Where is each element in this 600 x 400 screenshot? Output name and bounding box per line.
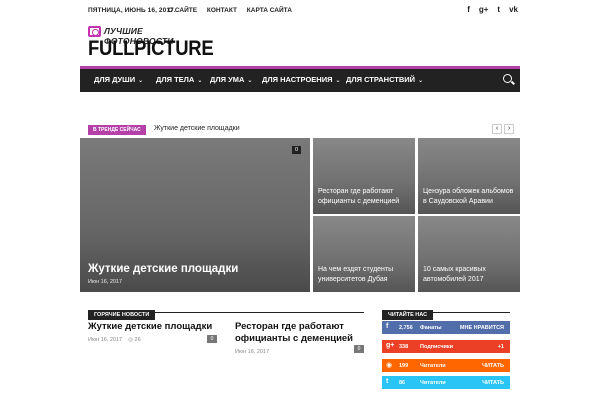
facebook-icon: f [386,323,389,330]
post-views: ◎ 26 [128,337,141,343]
post-title[interactable]: Жуткие детские площадки [88,321,220,333]
chevron-right-icon[interactable]: › [504,124,514,134]
read-action[interactable]: ЧИТАТЬ [482,363,504,369]
comment-count: 0 [207,335,217,343]
trending-badge: В ТРЕНДЕ СЕЙЧАС [88,125,146,135]
post-meta: Июн 16, 2017 ◎ 26 [88,337,220,343]
chevron-down-icon: ⌄ [247,78,253,84]
social-links: f g+ t vk [467,5,518,14]
hot-news-label: ГОРЯЧИЕ НОВОСТИ [88,310,156,320]
hero-title[interactable]: Жуткие детские площадки [88,263,238,275]
follower-label: Фанаты [420,325,442,331]
follower-label: Читатели [420,363,446,369]
comment-count: 0 [292,146,302,154]
nav-item-label: ДЛЯ УМА [210,75,245,84]
rss-follow-button[interactable]: ◉ 199 Читатели ЧИТАТЬ [382,359,510,372]
nav-item-body[interactable]: ДЛЯ ТЕЛА ⌄ [156,75,202,84]
follow-us-heading: ЧИТАЙТЕ НАС [382,303,510,320]
follower-count: 2,756 [399,325,413,331]
hero-date: Июн 16, 2017 [88,279,123,285]
post-date: Июн 16, 2017 [235,349,270,355]
twitter-follow-button[interactable]: t 86 Читатели ЧИТАТЬ [382,376,510,389]
sitemap-link[interactable]: КАРТА САЙТА [247,7,292,14]
follower-label: Подписчики [420,344,454,350]
twitter-icon: t [386,378,389,385]
follower-count: 86 [399,380,406,386]
trending-bar: В ТРЕНДЕ СЕЙЧАС Жуткие детские площадки … [88,124,518,136]
logo-name: FULLPICTURE [88,37,214,60]
top-bar: ПЯТНИЦА, ИЮНЬ 16, 2017. О САЙТЕ КОНТАКТ … [0,0,600,24]
tile-title[interactable]: 10 самых красивых автомобилей 2017 [423,265,516,284]
like-action[interactable]: МНЕ НРАВИТСЯ [460,325,504,331]
search-icon[interactable] [503,74,512,83]
follower-count: 338 [399,344,409,350]
post-title[interactable]: Ресторан где работают официанты с деменц… [235,321,365,345]
nav-item-mind[interactable]: ДЛЯ УМА ⌄ [210,75,252,84]
chevron-down-icon: ⌄ [418,78,424,84]
main-nav: ДЛЯ ДУШИ ⌄ ДЛЯ ТЕЛА ⌄ ДЛЯ УМА ⌄ ДЛЯ НАСТРОЕ… [80,66,520,92]
tile-title[interactable]: Ресторан где работают официанты с деменц… [318,187,411,206]
follower-label: Читатели [420,380,446,386]
google-plus-icon: g+ [386,342,395,349]
tile-title[interactable]: Цензура обложек альбомов в Саудовской Ар… [423,187,516,206]
hot-news-heading: ГОРЯЧИЕ НОВОСТИ [88,303,364,320]
nav-item-label: ДЛЯ ТЕЛА [156,75,195,84]
chevron-left-icon[interactable]: ‹ [492,124,502,134]
read-action[interactable]: ЧИТАТЬ [482,380,504,386]
top-links: О САЙТЕ КОНТАКТ КАРТА САЙТА [168,7,300,14]
follow-us-label: ЧИТАЙТЕ НАС [382,310,434,320]
nav-item-soul[interactable]: ДЛЯ ДУШИ ⌄ [94,75,143,84]
google-plus-follow-button[interactable]: g+ 338 Подписчики +1 [382,340,510,353]
google-plus-icon[interactable]: g+ [479,5,489,14]
nav-item-travel[interactable]: ДЛЯ СТРАНСТВИЙ ⌄ [346,75,423,84]
plus-one-action[interactable]: +1 [498,344,504,350]
rss-icon: ◉ [386,362,393,369]
comment-count: 0 [354,345,364,353]
vk-icon[interactable]: vk [509,5,518,14]
nav-item-label: ДЛЯ СТРАНСТВИЙ [346,75,416,84]
facebook-follow-button[interactable]: f 2,756 Фанаты МНЕ НРАВИТСЯ [382,321,510,334]
tile-post[interactable]: Ресторан где работают официанты с деменц… [313,138,415,214]
site-logo[interactable]: ЛУЧШИЕ ФОТОНОВОСТИ FULLPICTURE [88,24,214,62]
chevron-down-icon: ⌄ [138,78,144,84]
twitter-icon[interactable]: t [497,5,500,14]
follower-count: 199 [399,363,409,369]
current-date: ПЯТНИЦА, ИЮНЬ 16, 2017. [88,7,176,14]
hero-post[interactable]: 0 Жуткие детские площадки Июн 16, 2017 [80,138,310,292]
trending-headline[interactable]: Жуткие детские площадки [154,125,240,132]
news-post[interactable]: Жуткие детские площадки Июн 16, 2017 ◎ 2… [88,321,220,343]
post-date: Июн 16, 2017 [88,337,123,343]
camera-icon [88,26,101,37]
tile-post[interactable]: 10 самых красивых автомобилей 2017 [418,216,520,292]
chevron-down-icon: ⌄ [335,78,341,84]
news-post[interactable]: Ресторан где работают официанты с деменц… [235,321,365,355]
about-link[interactable]: О САЙТЕ [168,7,197,14]
tile-post[interactable]: Цензура обложек альбомов в Саудовской Ар… [418,138,520,214]
nav-item-label: ДЛЯ НАСТРОЕНИЯ [262,75,333,84]
tile-post[interactable]: На чем ездят студенты университетов Дуба… [313,216,415,292]
facebook-icon[interactable]: f [467,5,470,14]
nav-item-mood[interactable]: ДЛЯ НАСТРОЕНИЯ ⌄ [262,75,341,84]
tile-title[interactable]: На чем ездят студенты университетов Дуба… [318,265,411,284]
contact-link[interactable]: КОНТАКТ [207,7,237,14]
chevron-down-icon: ⌄ [197,78,203,84]
nav-item-label: ДЛЯ ДУШИ [94,75,136,84]
